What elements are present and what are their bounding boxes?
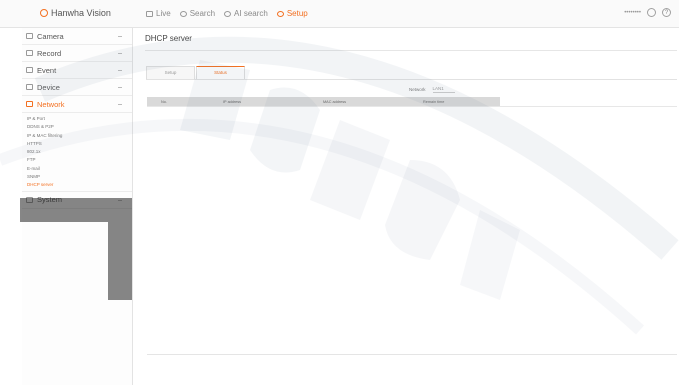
top-bar: Hanwha Vision Live Search AI search Setu… xyxy=(0,0,679,28)
submenu-snmp[interactable]: SNMP xyxy=(22,173,132,181)
sidebar-item-device[interactable]: Device xyxy=(22,79,132,96)
nav-search-label: Search xyxy=(189,9,216,18)
col-ip-address: IP address xyxy=(223,99,242,104)
monitor-icon xyxy=(146,10,153,17)
col-remain-time: Remain time xyxy=(423,99,445,104)
event-icon xyxy=(26,67,33,73)
ai-search-icon xyxy=(224,10,232,17)
network-icon xyxy=(26,101,33,107)
user-icon[interactable] xyxy=(647,8,656,17)
sidebar-item-record[interactable]: Record xyxy=(22,45,132,62)
sidebar-item-label: Record xyxy=(37,48,62,58)
nav-search[interactable]: Search xyxy=(179,9,216,18)
network-submenu: IP & Port DDNS & P2P IP & MAC filtering … xyxy=(22,113,132,190)
sidebar-item-label: Device xyxy=(37,82,60,92)
col-mac-address: MAC address xyxy=(323,99,347,104)
main-nav: Live Search AI search Setup xyxy=(146,9,317,18)
sidebar-item-label: Camera xyxy=(37,31,64,41)
chevron-down-icon xyxy=(118,34,122,37)
nav-ai-search[interactable]: AI search xyxy=(224,9,268,18)
submenu-ddns-p2p[interactable]: DDNS & P2P xyxy=(22,123,132,131)
table-header-line xyxy=(147,106,677,107)
nav-ai-search-label: AI search xyxy=(234,9,268,18)
sidebar-item-label: Event xyxy=(37,65,57,75)
nav-setup-label: Setup xyxy=(286,9,308,18)
network-selector: Network LAN1 xyxy=(409,86,455,93)
sidebar-item-camera[interactable]: Camera xyxy=(22,28,132,45)
system-icon xyxy=(26,196,33,203)
submenu-8021x[interactable]: 802.1x xyxy=(22,148,132,156)
network-label: Network xyxy=(409,87,426,92)
help-icon[interactable]: ? xyxy=(662,8,671,17)
table-header: No. IP address MAC address Remain time xyxy=(147,97,500,106)
submenu-https[interactable]: HTTPS xyxy=(22,140,132,148)
submenu-dhcp-server[interactable]: DHCP server xyxy=(22,181,132,189)
user-area: •••••••• ? xyxy=(624,8,671,17)
nav-setup[interactable]: Setup xyxy=(276,9,308,18)
col-no: No. xyxy=(161,99,167,104)
sidebar-item-event[interactable]: Event xyxy=(22,62,132,79)
sidebar-item-system[interactable]: System xyxy=(22,190,132,209)
record-icon xyxy=(26,50,33,56)
title-divider xyxy=(145,50,677,51)
brand-name: Hanwha Vision xyxy=(51,8,111,18)
chevron-down-icon xyxy=(118,85,122,88)
nav-live[interactable]: Live xyxy=(146,9,171,18)
tab-setup[interactable]: Setup xyxy=(146,66,195,79)
network-select[interactable]: LAN1 xyxy=(432,86,455,93)
chevron-up-icon xyxy=(118,102,122,105)
submenu-ftp[interactable]: FTP xyxy=(22,156,132,164)
sidebar-item-network[interactable]: Network xyxy=(22,96,132,113)
main-content: DHCP server Setup Status Network LAN1 No… xyxy=(133,28,679,385)
submenu-email[interactable]: E-mail xyxy=(22,165,132,173)
chevron-down-icon xyxy=(118,68,122,71)
device-icon xyxy=(26,84,33,90)
search-icon xyxy=(179,10,187,17)
tab-status[interactable]: Status xyxy=(196,66,245,79)
tab-underline xyxy=(146,79,677,80)
logo-mark-icon xyxy=(40,9,48,17)
camera-icon xyxy=(26,33,33,39)
sidebar-item-label: Network xyxy=(37,99,65,109)
submenu-ip-mac-filtering[interactable]: IP & MAC filtering xyxy=(22,132,132,140)
nav-live-label: Live xyxy=(156,9,171,18)
gear-icon xyxy=(276,10,284,17)
sidebar-item-label: System xyxy=(37,195,63,205)
footer-divider xyxy=(147,354,677,355)
page-title: DHCP server xyxy=(145,34,192,43)
chevron-down-icon xyxy=(118,198,122,201)
brand-logo[interactable]: Hanwha Vision xyxy=(40,8,111,18)
submenu-ip-port[interactable]: IP & Port xyxy=(22,115,132,123)
tab-bar: Setup Status xyxy=(146,66,246,79)
setup-sidebar: Camera Record Event Device Network IP & … xyxy=(22,28,133,385)
user-name[interactable]: •••••••• xyxy=(624,10,641,16)
chevron-down-icon xyxy=(118,51,122,54)
